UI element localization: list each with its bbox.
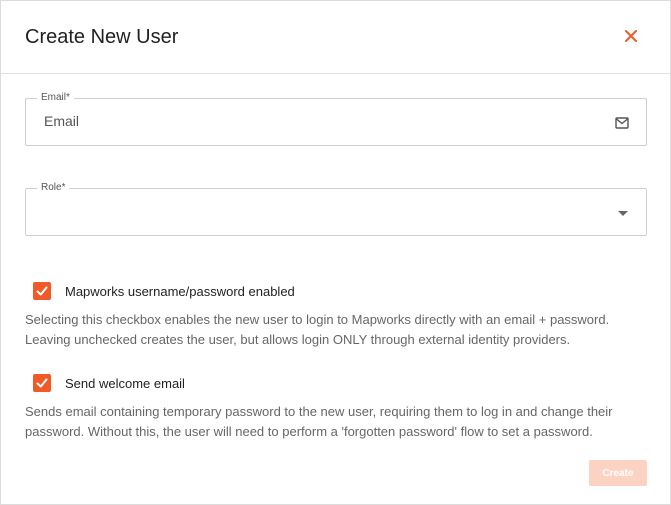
password-enabled-option: Mapworks username/password enabled: [33, 281, 295, 301]
email-input[interactable]: [44, 113, 584, 129]
dialog-title: Create New User: [25, 26, 179, 48]
create-user-dialog: Create New User Email* Role* Mapwor: [0, 0, 671, 505]
mail-icon: [615, 116, 629, 129]
password-enabled-checkbox[interactable]: [33, 282, 51, 300]
email-field[interactable]: Email*: [25, 91, 647, 146]
password-enabled-help: Selecting this checkbox enables the new …: [25, 312, 610, 347]
create-button[interactable]: Create: [589, 460, 647, 486]
welcome-email-option: Send welcome email: [33, 373, 185, 393]
close-icon[interactable]: [622, 27, 640, 45]
password-enabled-label[interactable]: Mapworks username/password enabled: [65, 284, 295, 299]
chevron-down-icon[interactable]: [618, 211, 628, 216]
email-field-label: Email*: [37, 91, 74, 105]
welcome-email-checkbox[interactable]: [33, 374, 51, 392]
role-field-label: Role*: [37, 181, 70, 195]
welcome-email-help: Sends email containing temporary passwor…: [25, 404, 613, 439]
role-select[interactable]: Role*: [25, 181, 647, 236]
welcome-email-label[interactable]: Send welcome email: [65, 376, 185, 391]
dialog-header: Create New User: [1, 1, 670, 74]
